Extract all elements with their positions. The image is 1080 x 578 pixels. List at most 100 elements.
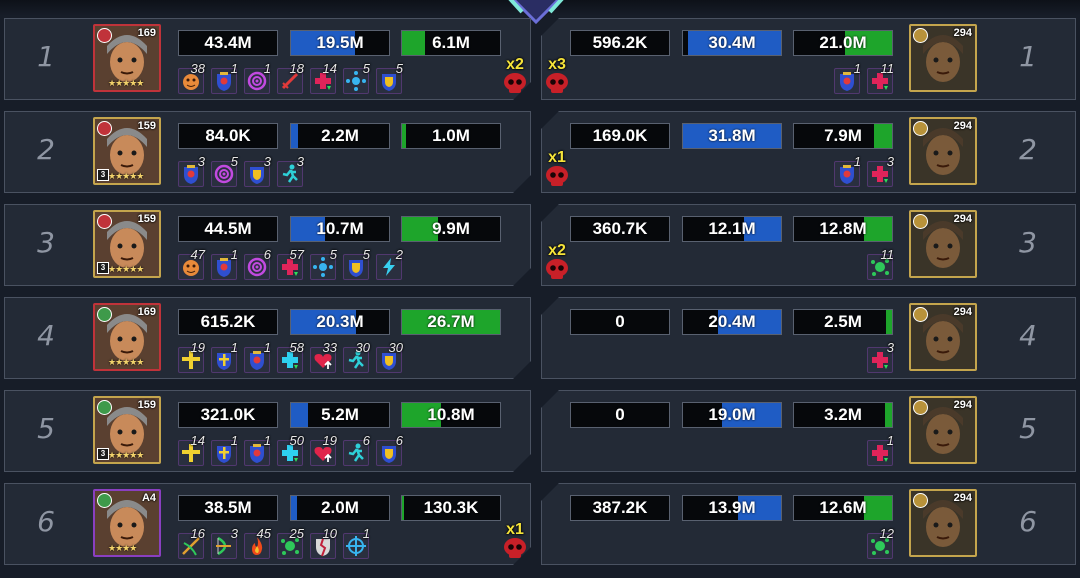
- damage-stat-bar: 615.2K: [178, 309, 278, 335]
- buff-slot[interactable]: 6: [244, 247, 271, 280]
- buff-slot[interactable]: 58: [277, 340, 304, 373]
- hero-level: 169: [137, 306, 156, 318]
- tank-value: 10.7M: [316, 219, 364, 238]
- hero-level: 294: [953, 399, 972, 411]
- buff-slot[interactable]: 16: [178, 526, 205, 559]
- buff-count: 45: [256, 526, 271, 541]
- hero-portrait[interactable]: 169 ★★★★★: [93, 303, 161, 371]
- buff-slot[interactable]: 5: [211, 154, 238, 187]
- tank-stat-bar: 5.2M: [290, 402, 390, 428]
- buff-slot[interactable]: 30: [343, 340, 370, 373]
- buff-slot[interactable]: 45: [244, 526, 271, 559]
- buff-slot[interactable]: 2: [376, 247, 403, 280]
- tank-stat-bar: 10.7M: [290, 216, 390, 242]
- damage-value: 38.5M: [204, 498, 252, 517]
- buff-slot[interactable]: 38: [178, 61, 205, 94]
- heal-stat-bar: 10.8M: [401, 402, 501, 428]
- damage-stat-bar: 0: [570, 309, 670, 335]
- buff-slot[interactable]: 18: [277, 61, 304, 94]
- rank-number-left: 4: [37, 319, 55, 352]
- rank-number-right: 2: [1019, 133, 1037, 166]
- heal-stat-bar: 26.7M: [401, 309, 501, 335]
- buff-slot[interactable]: 10: [310, 526, 337, 559]
- buff-count: 16: [190, 526, 205, 541]
- buff-slot[interactable]: 14: [310, 61, 337, 94]
- buff-slot[interactable]: 1: [834, 154, 861, 187]
- buff-slot[interactable]: 1: [834, 61, 861, 94]
- buff-slot[interactable]: 3: [178, 154, 205, 187]
- buff-slot[interactable]: 57: [277, 247, 304, 280]
- buff-slot[interactable]: 5: [310, 247, 337, 280]
- tank-value: 31.8M: [708, 126, 756, 145]
- buff-slot[interactable]: 19: [178, 340, 205, 373]
- hero-portrait[interactable]: A4 ★★★★: [93, 489, 161, 557]
- damage-stat-bar: 360.7K: [570, 216, 670, 242]
- hero-portrait[interactable]: 294: [909, 489, 977, 557]
- buff-slot[interactable]: 12: [867, 526, 894, 559]
- rank-number-left: 2: [37, 133, 55, 166]
- buff-count: 14: [322, 61, 337, 76]
- buff-slot[interactable]: 3: [277, 154, 304, 187]
- buff-slot[interactable]: 1: [343, 526, 370, 559]
- buff-slot[interactable]: 6: [376, 433, 403, 466]
- rank-number-left: 6: [37, 505, 55, 538]
- hero-portrait[interactable]: 294: [909, 117, 977, 185]
- buff-slot[interactable]: 3: [244, 154, 271, 187]
- kill-count-marker: x2: [499, 56, 531, 96]
- faction-icon: [913, 400, 928, 415]
- buff-count: 1: [230, 433, 238, 448]
- buff-slot[interactable]: 3: [867, 154, 894, 187]
- buff-slot[interactable]: 1: [244, 340, 271, 373]
- buff-count: 3: [886, 154, 894, 169]
- buff-slot[interactable]: 3: [867, 340, 894, 373]
- buff-slot[interactable]: 1: [211, 340, 238, 373]
- buff-count: 50: [289, 433, 304, 448]
- buff-slot[interactable]: 5: [376, 61, 403, 94]
- kill-count-marker: x1: [541, 149, 573, 189]
- hero-portrait[interactable]: 294: [909, 210, 977, 278]
- buff-slot[interactable]: 1: [244, 61, 271, 94]
- heal-stat-bar: 2.5M: [793, 309, 893, 335]
- hero-level: 159: [137, 213, 156, 225]
- buff-count: 2: [395, 247, 403, 262]
- buff-slot[interactable]: 3: [211, 526, 238, 559]
- buff-slot[interactable]: 5: [343, 61, 370, 94]
- faction-icon: [913, 28, 928, 43]
- buff-slot[interactable]: 47: [178, 247, 205, 280]
- buff-slot[interactable]: 1: [211, 247, 238, 280]
- faction-icon: [97, 214, 112, 229]
- buff-slot[interactable]: 50: [277, 433, 304, 466]
- hero-portrait[interactable]: 294: [909, 24, 977, 92]
- buff-slot[interactable]: 1: [244, 433, 271, 466]
- battle-row: 4 4 169 ★★★★★ 615.2K 20.3M 26.7M 19 1 1 58 33 30 30 29…: [0, 297, 1080, 381]
- buff-count: 3: [296, 154, 304, 169]
- buff-slot[interactable]: 11: [867, 61, 894, 94]
- buff-count: 3: [263, 154, 271, 169]
- buff-slot[interactable]: 1: [211, 433, 238, 466]
- heal-value: 12.6M: [819, 498, 867, 517]
- hero-portrait[interactable]: 159 ★★★★★ 3: [93, 210, 161, 278]
- hero-portrait[interactable]: 294: [909, 396, 977, 464]
- buff-slot[interactable]: 14: [178, 433, 205, 466]
- hero-portrait[interactable]: 159 ★★★★★ 3: [93, 396, 161, 464]
- tank-value: 12.1M: [708, 219, 756, 238]
- buff-slot[interactable]: 19: [310, 433, 337, 466]
- hero-portrait[interactable]: 159 ★★★★★ 3: [93, 117, 161, 185]
- buff-slot[interactable]: 1: [867, 433, 894, 466]
- hero-portrait[interactable]: 294: [909, 303, 977, 371]
- buff-slot[interactable]: 11: [867, 247, 894, 280]
- buff-slot[interactable]: 1: [211, 61, 238, 94]
- buff-slot[interactable]: 30: [376, 340, 403, 373]
- buff-slot[interactable]: 33: [310, 340, 337, 373]
- buff-slot[interactable]: 6: [343, 433, 370, 466]
- faction-icon: [97, 28, 112, 43]
- buff-slot[interactable]: 5: [343, 247, 370, 280]
- rank-number-right: 1: [1019, 40, 1037, 73]
- buff-count: 19: [322, 433, 337, 448]
- hero-portrait[interactable]: 169 ★★★★★: [93, 24, 161, 92]
- buff-slot[interactable]: 25: [277, 526, 304, 559]
- buff-count: 1: [886, 433, 894, 448]
- buff-count: 30: [355, 340, 370, 355]
- battle-row: 6 6 A4 ★★★★ 38.5M 2.0M 130.3K 16 3 45 25 10 1 x1 294 38…: [0, 483, 1080, 567]
- faction-icon: [913, 121, 928, 136]
